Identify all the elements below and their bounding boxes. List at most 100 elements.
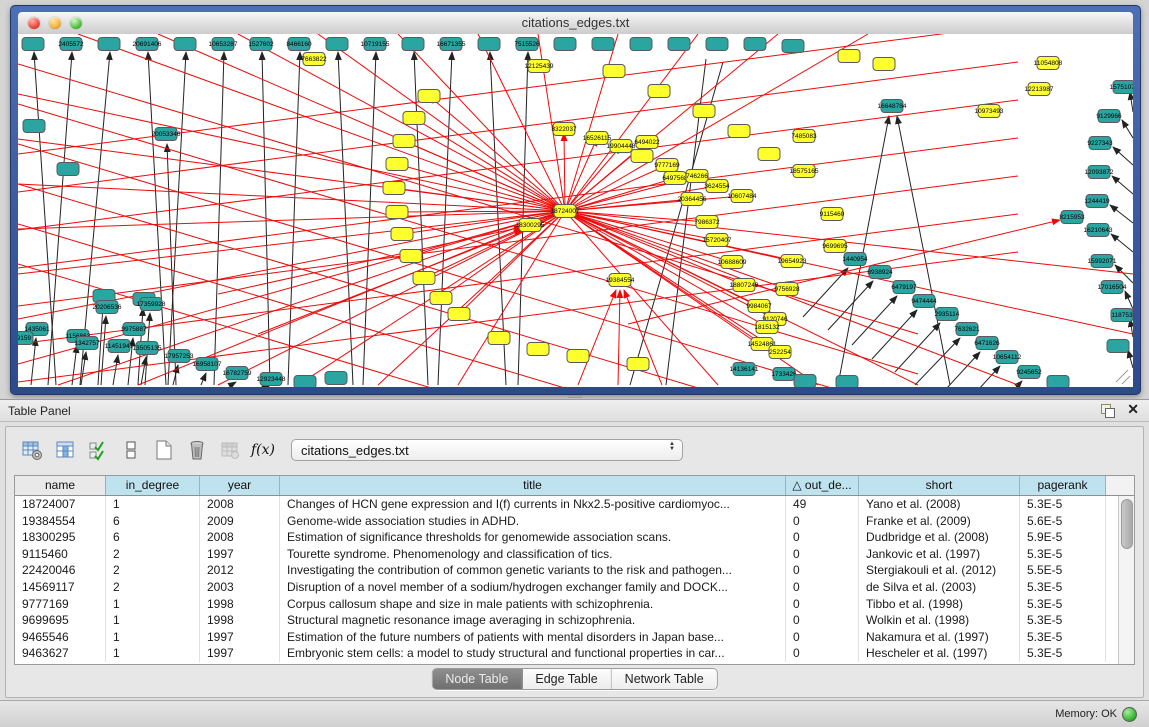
column-header-year[interactable]: year — [200, 476, 280, 495]
graph-node[interactable] — [744, 38, 766, 51]
table-cell: 1 — [106, 612, 200, 629]
graph-node-label: 15720407 — [703, 237, 732, 244]
graph-node-label: 6497568 — [662, 175, 688, 182]
graph-node[interactable] — [1107, 340, 1129, 353]
scrollbar-thumb[interactable] — [1121, 499, 1133, 549]
table-cell: 2 — [106, 562, 200, 579]
graph-node[interactable] — [391, 228, 413, 241]
graph-node[interactable] — [402, 38, 424, 51]
table-row[interactable]: 2242004622012Investigating the contribut… — [15, 562, 1119, 579]
graph-node[interactable] — [603, 65, 625, 78]
graph-node[interactable] — [782, 40, 804, 53]
graph-node[interactable] — [668, 38, 690, 51]
graph-node[interactable] — [794, 375, 816, 388]
graph-node[interactable] — [478, 38, 500, 51]
graph-node[interactable] — [728, 125, 750, 138]
graph-node[interactable] — [413, 272, 435, 285]
float-panel-icon[interactable] — [1101, 404, 1115, 418]
graph-node-label: 20364456 — [678, 196, 707, 203]
function-builder-icon[interactable]: f(x) — [251, 438, 275, 462]
graph-node[interactable] — [393, 135, 415, 148]
table-row[interactable]: 946362711997Embryonic stem cells: a mode… — [15, 645, 1119, 662]
column-header-pagerank[interactable]: pagerank — [1020, 476, 1106, 495]
network-canvas-svg[interactable]: 2405572206914061065328715276028466160107… — [18, 34, 1133, 387]
graph-node-label: 20053346 — [152, 131, 181, 138]
show-columns-icon[interactable] — [53, 438, 77, 462]
tab-edge-table[interactable]: Edge Table — [522, 669, 611, 689]
table-row[interactable]: 1830029562008Estimation of significance … — [15, 529, 1119, 546]
graph-node[interactable] — [386, 206, 408, 219]
graph-node[interactable] — [1047, 376, 1069, 388]
graph-node[interactable] — [648, 85, 670, 98]
table-row[interactable]: 977716911998Corpus callosum shape and si… — [15, 596, 1119, 613]
graph-node[interactable] — [386, 158, 408, 171]
table-vertical-scrollbar[interactable] — [1118, 496, 1134, 664]
table-cell: Yano et al. (2008) — [859, 496, 1020, 513]
delete-table-icon[interactable] — [185, 438, 209, 462]
graph-node[interactable] — [22, 38, 44, 51]
table-row[interactable]: 1456911722003Disruption of a novel membe… — [15, 579, 1119, 596]
table-row[interactable]: 1872400712008Changes of HCN gene express… — [15, 496, 1119, 513]
tab-node-table[interactable]: Node Table — [432, 669, 522, 689]
graph-node[interactable] — [326, 38, 348, 51]
column-header-title[interactable]: title — [280, 476, 786, 495]
graph-node[interactable] — [838, 50, 860, 63]
graph-edge — [1111, 234, 1133, 252]
graph-node-label: 10973493 — [975, 108, 1004, 115]
column-header-short[interactable]: short — [859, 476, 1020, 495]
graph-node[interactable] — [418, 90, 440, 103]
graph-node[interactable] — [527, 343, 549, 356]
tab-network-table[interactable]: Network Table — [612, 669, 717, 689]
graph-node[interactable] — [706, 38, 728, 51]
graph-node[interactable] — [98, 38, 120, 51]
graph-node[interactable] — [630, 38, 652, 51]
graph-node[interactable] — [23, 120, 45, 133]
graph-node[interactable] — [448, 308, 470, 321]
graph-node[interactable] — [294, 376, 316, 388]
table-cell: 18724007 — [15, 496, 106, 513]
graph-edge — [1112, 176, 1133, 194]
graph-node[interactable] — [403, 112, 425, 125]
graph-node[interactable] — [592, 38, 614, 51]
table-cell: 9463627 — [15, 645, 106, 662]
graph-node-label: 10653287 — [209, 41, 238, 48]
graph-node[interactable] — [631, 150, 653, 163]
graph-node[interactable] — [758, 148, 780, 161]
table-settings-icon[interactable] — [20, 438, 44, 462]
column-header-in_degree[interactable]: in_degree — [106, 476, 200, 495]
network-table-selector[interactable]: citations_edges.txt ▲▼ — [291, 439, 683, 461]
close-panel-icon[interactable]: ✕ — [1127, 401, 1139, 418]
import-table-icon[interactable] — [218, 438, 242, 462]
graph-node[interactable] — [174, 38, 196, 51]
table-row[interactable]: 1938455462009Genome-wide association stu… — [15, 513, 1119, 530]
table-cell: Dudbridge et al. (2008) — [859, 529, 1020, 546]
table-row[interactable]: 911546021997Tourette syndrome. Phenomeno… — [15, 546, 1119, 563]
graph-node[interactable] — [554, 38, 576, 51]
graph-node[interactable] — [430, 292, 452, 305]
table-row[interactable]: 946554611997Estimation of the future num… — [15, 629, 1119, 646]
graph-node-label: 39159 — [18, 335, 31, 342]
graph-node[interactable] — [383, 182, 405, 195]
select-columns-icon[interactable] — [86, 438, 110, 462]
graph-node-label: 7632621 — [954, 326, 980, 333]
network-canvas[interactable]: 2405572206914061065328715276028466160107… — [18, 34, 1133, 387]
graph-node[interactable] — [873, 58, 895, 71]
graph-node[interactable] — [488, 332, 510, 345]
create-table-icon[interactable] — [152, 438, 176, 462]
graph-node-label: 12923448 — [257, 376, 286, 383]
window-titlebar[interactable]: citations_edges.txt — [18, 12, 1133, 35]
column-header-name[interactable]: name — [15, 476, 106, 495]
graph-node[interactable] — [57, 163, 79, 176]
graph-node[interactable] — [567, 350, 589, 363]
column-header-filler — [1106, 476, 1134, 495]
graph-node[interactable] — [627, 358, 649, 371]
table-cell: 2012 — [200, 562, 280, 579]
graph-node-label: 1733426 — [771, 371, 797, 378]
graph-node[interactable] — [400, 250, 422, 263]
graph-node[interactable] — [836, 376, 858, 388]
table-row[interactable]: 969969511998Structural magnetic resonanc… — [15, 612, 1119, 629]
column-header-out_de[interactable]: △ out_de... — [786, 476, 859, 495]
row-height-icon[interactable] — [119, 438, 143, 462]
graph-node[interactable] — [693, 105, 715, 118]
graph-node[interactable] — [325, 372, 347, 385]
